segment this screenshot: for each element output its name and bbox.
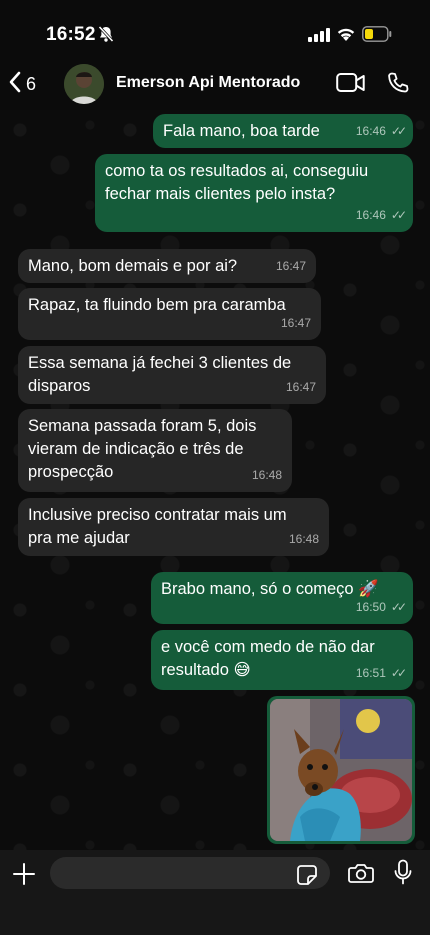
message-time: 16:47 [275, 259, 306, 273]
message-text: Inclusive preciso contratar mais um pra … [28, 506, 287, 547]
outgoing-message[interactable]: como ta os resultados ai, conseguiu fech… [95, 154, 413, 232]
contact-name[interactable]: Emerson Api Mentorado [116, 74, 300, 92]
message-text: Semana passada foram 5, dois vieram de i… [28, 417, 257, 481]
message-time: 16:48 [251, 468, 282, 482]
read-receipt-icon: ✓✓ [390, 124, 407, 138]
voice-call-button[interactable] [386, 71, 410, 100]
message-time: 16:50 [355, 600, 386, 614]
incoming-message[interactable]: Essa semana já fechei 3 clientes de disp… [18, 346, 326, 404]
microphone-icon[interactable] [393, 859, 413, 892]
status-bar: 16:52 [0, 0, 430, 60]
message-text: Essa semana já fechei 3 clientes de disp… [28, 354, 292, 395]
sticker-icon[interactable] [296, 864, 318, 891]
bell-slash-icon [97, 25, 115, 48]
unread-count: 6 [26, 73, 37, 94]
outgoing-message[interactable]: Brabo mano, só o começo 🚀 16:50 ✓✓ [151, 572, 413, 624]
image-message[interactable] [267, 696, 415, 844]
message-text: como ta os resultados ai, conseguiu fech… [105, 162, 369, 203]
status-time: 16:52 [46, 24, 96, 45]
chevron-left-icon [8, 71, 22, 98]
signal-icon [308, 28, 330, 47]
message-input[interactable] [50, 857, 330, 889]
message-meta: 16:46 ✓✓ [355, 120, 407, 143]
read-receipt-icon: ✓✓ [390, 600, 407, 614]
plus-icon[interactable] [12, 862, 36, 891]
battery-low-icon [362, 26, 392, 47]
message-time: 16:47 [280, 316, 311, 330]
wifi-icon [336, 26, 356, 47]
outgoing-message[interactable]: e você com medo de não dar resultado 😅 1… [151, 630, 413, 690]
message-time: 16:47 [285, 380, 316, 394]
outgoing-message[interactable]: Fala mano, boa tarde 16:46 ✓✓ [153, 114, 413, 148]
message-text: Mano, bom demais e por ai? [28, 257, 238, 275]
incoming-message[interactable]: Mano, bom demais e por ai? 16:47 [18, 249, 316, 283]
message-text: Rapaz, ta fluindo bem pra caramba [28, 296, 286, 314]
video-call-button[interactable] [336, 72, 366, 99]
message-time: 16:48 [288, 532, 319, 546]
read-receipt-icon: ✓✓ [390, 208, 407, 222]
incoming-message[interactable]: Inclusive preciso contratar mais um pra … [18, 498, 329, 556]
avatar[interactable] [64, 64, 104, 104]
incoming-message[interactable]: Semana passada foram 5, dois vieram de i… [18, 409, 292, 492]
read-receipt-icon: ✓✓ [390, 666, 407, 680]
back-button[interactable]: 6 [8, 70, 36, 98]
message-meta: 16:50 ✓✓ [355, 596, 407, 619]
message-input-bar [0, 850, 430, 935]
message-time: 16:46 [355, 124, 386, 138]
message-meta: 16:51 ✓✓ [355, 662, 407, 685]
dog-photo [270, 699, 412, 841]
chat-header: 6 Emerson Api Mentorado [0, 60, 430, 110]
incoming-message[interactable]: Rapaz, ta fluindo bem pra caramba 16:47 [18, 288, 321, 340]
message-time: 16:46 [355, 208, 386, 222]
message-meta: 16:46 ✓✓ [355, 204, 407, 227]
camera-icon[interactable] [348, 862, 374, 889]
message-time: 16:51 [355, 666, 386, 680]
